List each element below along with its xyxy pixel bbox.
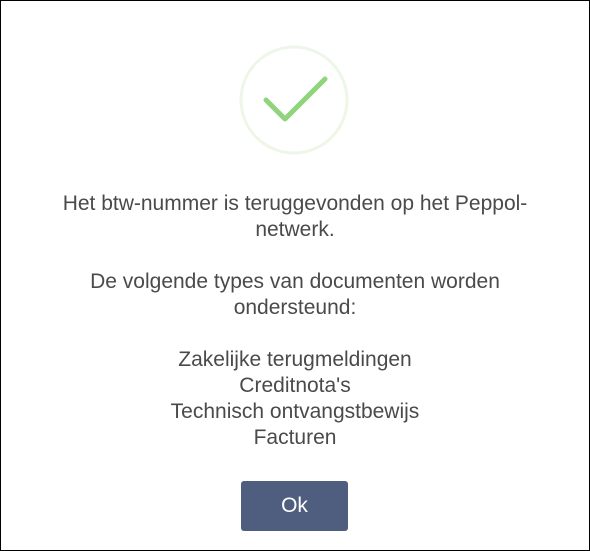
document-type-item: Creditnota's	[239, 374, 351, 397]
checkmark-success-icon	[239, 45, 349, 155]
document-types-list: Zakelijke terugmeldingen Creditnota's Te…	[1, 347, 589, 451]
document-type-item: Technisch ontvangstbewijs	[170, 400, 420, 423]
types-intro-line-1: De volgende types van documenten worden	[90, 270, 500, 293]
message-line-2: netwerk.	[255, 218, 335, 241]
types-intro-line-2: ondersteund:	[233, 296, 357, 319]
document-type-item: Facturen	[253, 426, 337, 449]
message-line-1: Het btw-nummer is teruggevonden op het P…	[62, 192, 528, 215]
success-dialog: Het btw-nummer is teruggevonden op het P…	[0, 0, 590, 551]
document-type-item: Zakelijke terugmeldingen	[178, 348, 412, 371]
dialog-message: Het btw-nummer is teruggevonden op het P…	[1, 191, 589, 451]
ok-button[interactable]: Ok	[241, 481, 348, 531]
